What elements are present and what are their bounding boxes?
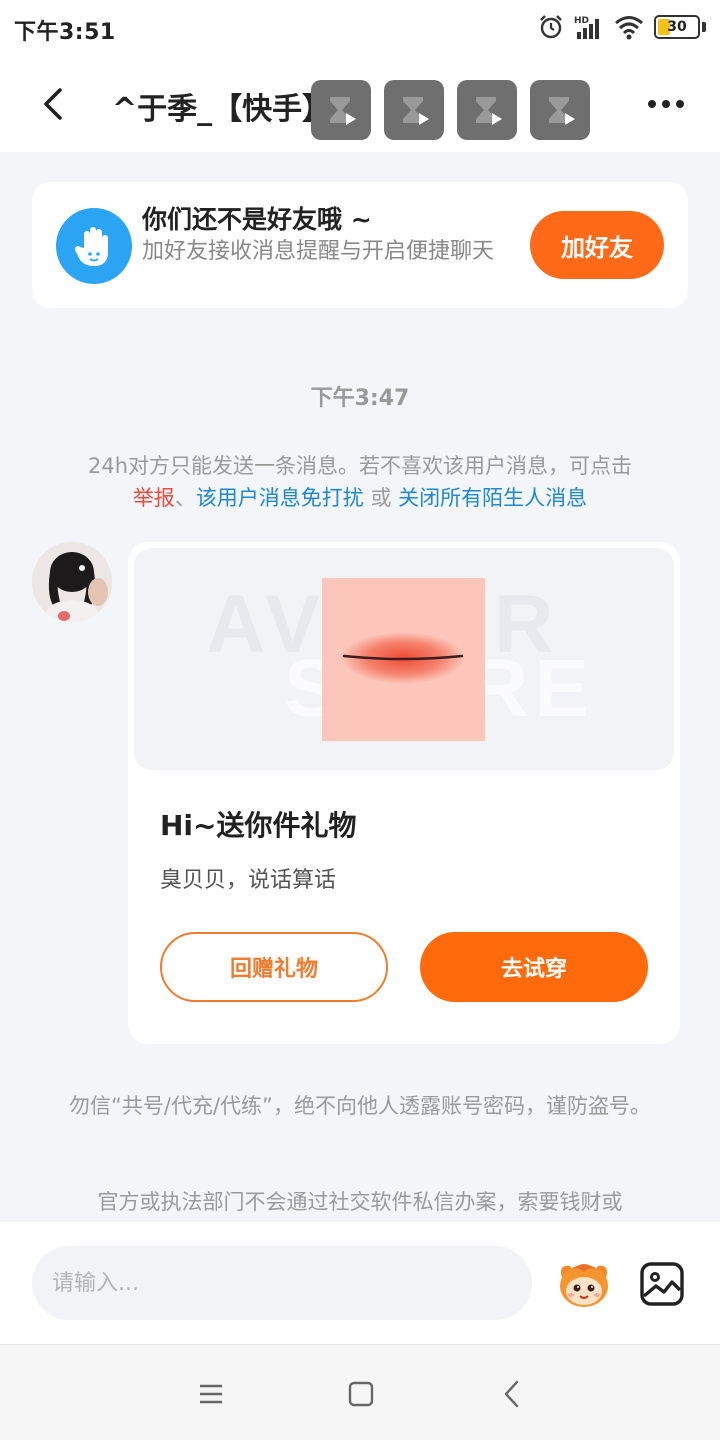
- emoji-button[interactable]: [554, 1256, 614, 1312]
- notice-or: 或: [363, 486, 399, 510]
- more-options-button[interactable]: [642, 90, 690, 118]
- message-timestamp: 下午3:47: [310, 386, 410, 411]
- sender-avatar[interactable]: [32, 542, 112, 622]
- mute-user-link[interactable]: 该用户消息免打扰: [196, 486, 364, 510]
- system-nav-bar: [0, 1344, 720, 1440]
- status-icons: HD 30: [538, 14, 706, 40]
- notice-text: 24h对方只能发送一条消息。若不喜欢该用户消息，可点击: [87, 454, 633, 478]
- image-button[interactable]: [638, 1260, 686, 1308]
- message-input[interactable]: [32, 1246, 532, 1320]
- status-bar: 下午3:51 HD 30: [0, 0, 720, 56]
- stranger-message-notice: 24h对方只能发送一条消息。若不喜欢该用户消息，可点击 举报、该用户消息免打扰 …: [30, 450, 690, 514]
- report-link[interactable]: 举报: [133, 486, 175, 510]
- battery-level: 30: [667, 19, 687, 35]
- recent-apps-button[interactable]: [196, 1379, 226, 1409]
- status-time: 下午3:51: [14, 20, 116, 45]
- menu-icon: [200, 1384, 222, 1404]
- back-button[interactable]: [30, 80, 78, 128]
- message-input-bar: [0, 1222, 720, 1344]
- more-icon: [648, 100, 656, 108]
- return-gift-button[interactable]: 回赠礼物: [160, 932, 388, 1002]
- square-icon: [348, 1381, 374, 1407]
- chat-title: ^于季_【快手】: [112, 92, 333, 127]
- media-thumbnail[interactable]: [457, 80, 517, 140]
- friend-banner-description: 加好友接收消息提醒与开启便捷聊天: [142, 239, 495, 264]
- home-button[interactable]: [346, 1379, 376, 1409]
- mascot-emoji-icon: [560, 1264, 608, 1307]
- system-back-button[interactable]: [498, 1379, 528, 1409]
- image-icon: [640, 1262, 684, 1306]
- gift-message-card: AVATAR STORE Hi~送你件礼物 臭贝贝，说话算话 回赠礼物 去试穿: [128, 542, 680, 1044]
- media-thumbnail[interactable]: [311, 80, 371, 140]
- gift-message: 臭贝贝，说话算话: [160, 868, 337, 893]
- gift-title: Hi~送你件礼物: [160, 809, 357, 842]
- friend-banner-title: 你们还不是好友哦 ~: [142, 205, 372, 234]
- lips-gift-image: [322, 578, 485, 741]
- wave-hand-icon: [56, 208, 132, 284]
- hourglass-play-icon: [476, 97, 502, 125]
- chevron-left-icon: [504, 1380, 519, 1408]
- battery-icon: 30: [654, 15, 706, 39]
- try-on-button[interactable]: 去试穿: [420, 932, 648, 1002]
- gift-preview[interactable]: AVATAR STORE: [134, 548, 674, 770]
- media-thumbnail[interactable]: [384, 80, 444, 140]
- wifi-icon: [615, 16, 643, 40]
- hourglass-play-icon: [330, 97, 356, 125]
- hourglass-play-icon: [403, 97, 429, 125]
- signal-icon: HD: [574, 16, 599, 39]
- media-thumbnail[interactable]: [530, 80, 590, 140]
- notice-separator: 、: [174, 486, 196, 510]
- close-stranger-messages-link[interactable]: 关闭所有陌生人消息: [398, 486, 587, 510]
- security-warning: 勿信“共号/代充/代练”，绝不向他人透露账号密码，谨防盗号。: [69, 1094, 651, 1118]
- svg-text:HD: HD: [574, 16, 589, 26]
- security-warning: 官方或执法部门不会通过社交软件私信办案，索要钱财或: [97, 1190, 623, 1214]
- alarm-icon: [540, 15, 562, 39]
- add-friend-button[interactable]: 加好友: [530, 211, 664, 279]
- chat-header: ^于季_【快手】: [0, 56, 720, 152]
- media-thumbnails: [311, 80, 590, 140]
- chevron-left-icon: [44, 88, 62, 120]
- hourglass-play-icon: [549, 97, 575, 125]
- add-friend-banner: 你们还不是好友哦 ~ 加好友接收消息提醒与开启便捷聊天 加好友: [32, 182, 688, 308]
